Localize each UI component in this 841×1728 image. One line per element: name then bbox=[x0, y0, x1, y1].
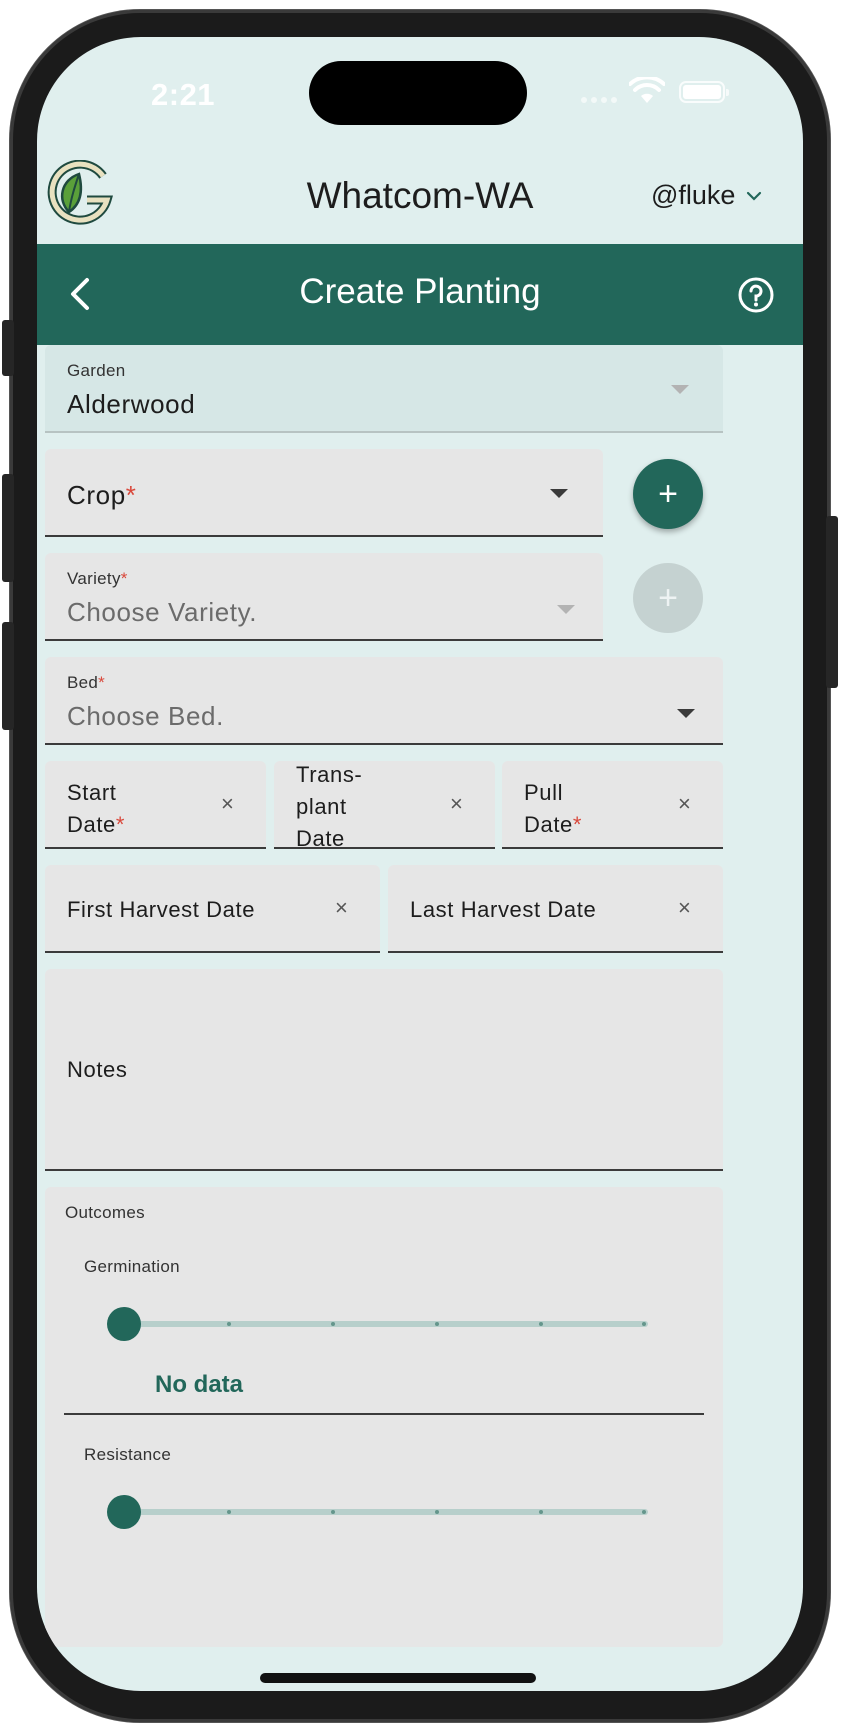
start-date-field[interactable]: Start Date* × bbox=[45, 761, 266, 849]
first-harvest-date-field[interactable]: First Harvest Date × bbox=[45, 865, 380, 953]
outcomes-label: Outcomes bbox=[65, 1203, 145, 1222]
slider-tick bbox=[435, 1322, 439, 1326]
user-menu[interactable]: @fluke bbox=[651, 180, 763, 211]
slider-tick bbox=[227, 1510, 231, 1514]
transplant-date-label: Trans-plant Date bbox=[296, 762, 363, 849]
notes-label: Notes bbox=[67, 1057, 128, 1082]
slider-tick bbox=[642, 1510, 646, 1514]
slider-tick bbox=[435, 1510, 439, 1514]
bed-label: Bed* bbox=[67, 673, 106, 692]
chevron-down-icon bbox=[747, 191, 762, 201]
add-variety-button[interactable]: + bbox=[633, 563, 703, 633]
clear-start-date-icon[interactable]: × bbox=[221, 791, 234, 817]
resistance-slider-track[interactable] bbox=[124, 1509, 648, 1515]
variety-select[interactable]: Variety* Choose Variety. bbox=[45, 553, 603, 641]
wifi-icon bbox=[629, 77, 665, 103]
garden-select[interactable]: Garden Alderwood bbox=[45, 345, 723, 433]
status-time: 2:21 bbox=[151, 77, 216, 112]
notes-textarea[interactable]: Notes bbox=[45, 969, 723, 1171]
crop-label: Crop* bbox=[67, 480, 137, 510]
bed-select[interactable]: Bed* Choose Bed. bbox=[45, 657, 723, 745]
bed-placeholder: Choose Bed. bbox=[67, 701, 224, 731]
add-crop-button[interactable]: + bbox=[633, 459, 703, 529]
variety-label: Variety* bbox=[67, 569, 128, 588]
resistance-slider-thumb[interactable] bbox=[107, 1495, 141, 1529]
germination-slider-track[interactable] bbox=[124, 1321, 648, 1327]
variety-placeholder: Choose Variety. bbox=[67, 597, 258, 627]
last-harvest-date-label: Last Harvest Date bbox=[410, 897, 597, 922]
page-title: Create Planting bbox=[299, 272, 541, 311]
power-button bbox=[826, 516, 838, 688]
dynamic-island bbox=[309, 61, 527, 125]
pull-date-field[interactable]: Pull Date* × bbox=[502, 761, 723, 849]
divider bbox=[64, 1413, 704, 1415]
resistance-label: Resistance bbox=[84, 1445, 172, 1464]
cellular-signal-icon bbox=[581, 97, 617, 103]
outcomes-section: Outcomes Germination No data Resistance bbox=[45, 1187, 723, 1647]
clear-last-harvest-date-icon[interactable]: × bbox=[678, 895, 691, 921]
volume-down-button bbox=[2, 622, 14, 730]
last-harvest-date-field[interactable]: Last Harvest Date × bbox=[388, 865, 723, 953]
clear-transplant-date-icon[interactable]: × bbox=[450, 791, 463, 817]
volume-up-button bbox=[2, 474, 14, 582]
dropdown-caret-icon bbox=[671, 385, 689, 394]
transplant-date-field[interactable]: Trans-plant Date × bbox=[274, 761, 495, 849]
slider-tick bbox=[539, 1510, 543, 1514]
mute-switch bbox=[2, 320, 14, 376]
dropdown-caret-icon bbox=[677, 709, 695, 718]
slider-tick bbox=[539, 1322, 543, 1326]
app-bar: Create Planting bbox=[37, 244, 803, 345]
slider-tick bbox=[331, 1322, 335, 1326]
screen: 2:21 Whatcom-WA @fluke Create Planting G… bbox=[37, 37, 803, 1691]
first-harvest-date-label: First Harvest Date bbox=[67, 897, 256, 922]
slider-tick bbox=[227, 1322, 231, 1326]
dropdown-caret-icon bbox=[557, 605, 575, 614]
dropdown-caret-icon bbox=[550, 489, 568, 498]
crop-select[interactable]: Crop* bbox=[45, 449, 603, 537]
pull-date-label: Pull Date* bbox=[524, 780, 583, 837]
germination-label: Germination bbox=[84, 1257, 180, 1276]
slider-tick bbox=[642, 1322, 646, 1326]
start-date-label: Start Date* bbox=[67, 780, 126, 837]
garden-label: Garden bbox=[67, 361, 126, 380]
home-indicator[interactable] bbox=[260, 1673, 536, 1683]
slider-tick bbox=[331, 1510, 335, 1514]
help-icon[interactable] bbox=[737, 276, 775, 314]
clear-first-harvest-date-icon[interactable]: × bbox=[335, 895, 348, 921]
battery-icon bbox=[679, 81, 729, 103]
clear-pull-date-icon[interactable]: × bbox=[678, 791, 691, 817]
germination-slider-thumb[interactable] bbox=[107, 1307, 141, 1341]
germination-value: No data bbox=[155, 1371, 244, 1398]
garden-value: Alderwood bbox=[67, 389, 196, 419]
username: @fluke bbox=[651, 180, 736, 210]
